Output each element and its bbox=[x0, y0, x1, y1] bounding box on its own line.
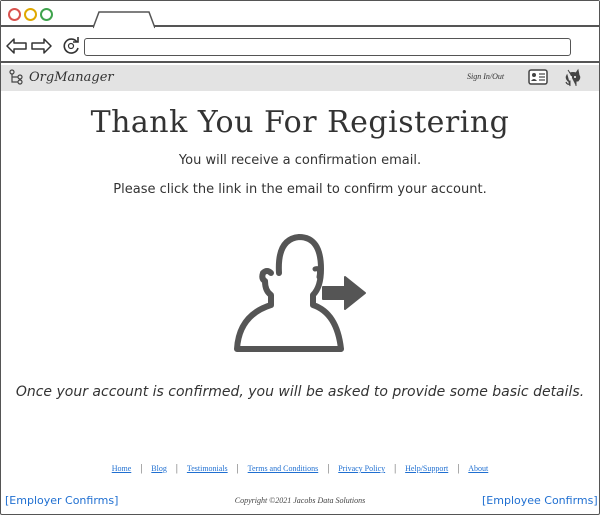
next-steps-message: Once your account is confirmed, you will… bbox=[15, 384, 585, 400]
minimize-window-button[interactable] bbox=[24, 8, 37, 21]
maximize-window-button[interactable] bbox=[40, 8, 53, 21]
separator: | bbox=[327, 463, 330, 474]
footer-link-testimonials[interactable]: Testimonials bbox=[187, 464, 228, 473]
github-icon[interactable] bbox=[564, 68, 582, 88]
brand-link[interactable]: OrgManager bbox=[9, 69, 114, 85]
forward-arrow-icon[interactable] bbox=[30, 38, 52, 54]
browser-window: OrgManager Sign In/Out Thank You For Reg… bbox=[0, 0, 600, 515]
page-title: Thank You For Registering bbox=[90, 105, 510, 140]
separator: | bbox=[236, 463, 239, 474]
close-window-button[interactable] bbox=[8, 8, 21, 21]
separator: | bbox=[140, 463, 143, 474]
separator: | bbox=[394, 463, 397, 474]
footer-link-terms[interactable]: Terms and Conditions bbox=[248, 464, 319, 473]
employee-confirms-link[interactable]: [Employee Confirms] bbox=[482, 494, 598, 507]
address-toolbar bbox=[1, 29, 599, 63]
footer-nav: Home | Blog | Testimonials | Terms and C… bbox=[1, 463, 599, 474]
brand-name: OrgManager bbox=[29, 69, 114, 85]
reload-icon[interactable] bbox=[63, 37, 81, 55]
app-header: OrgManager Sign In/Out bbox=[1, 65, 599, 91]
separator: | bbox=[457, 463, 460, 474]
instruction-message: Please click the link in the email to co… bbox=[113, 182, 487, 197]
footer-link-privacy[interactable]: Privacy Policy bbox=[338, 464, 385, 473]
id-card-icon[interactable] bbox=[528, 68, 548, 86]
user-arrow-icon bbox=[234, 234, 366, 352]
title-bar bbox=[1, 1, 599, 29]
browser-tab[interactable] bbox=[93, 11, 155, 29]
footer-link-about[interactable]: About bbox=[468, 464, 488, 473]
confirmation-message: You will receive a confirmation email. bbox=[178, 153, 422, 168]
sign-in-link[interactable]: Sign In/Out bbox=[467, 72, 504, 81]
separator: | bbox=[175, 463, 178, 474]
back-arrow-icon[interactable] bbox=[6, 38, 28, 54]
footer-link-blog[interactable]: Blog bbox=[151, 464, 167, 473]
footer-link-help[interactable]: Help/Support bbox=[405, 464, 448, 473]
url-input[interactable] bbox=[84, 38, 571, 56]
footer-link-home[interactable]: Home bbox=[112, 464, 132, 473]
hierarchy-icon bbox=[9, 69, 23, 85]
